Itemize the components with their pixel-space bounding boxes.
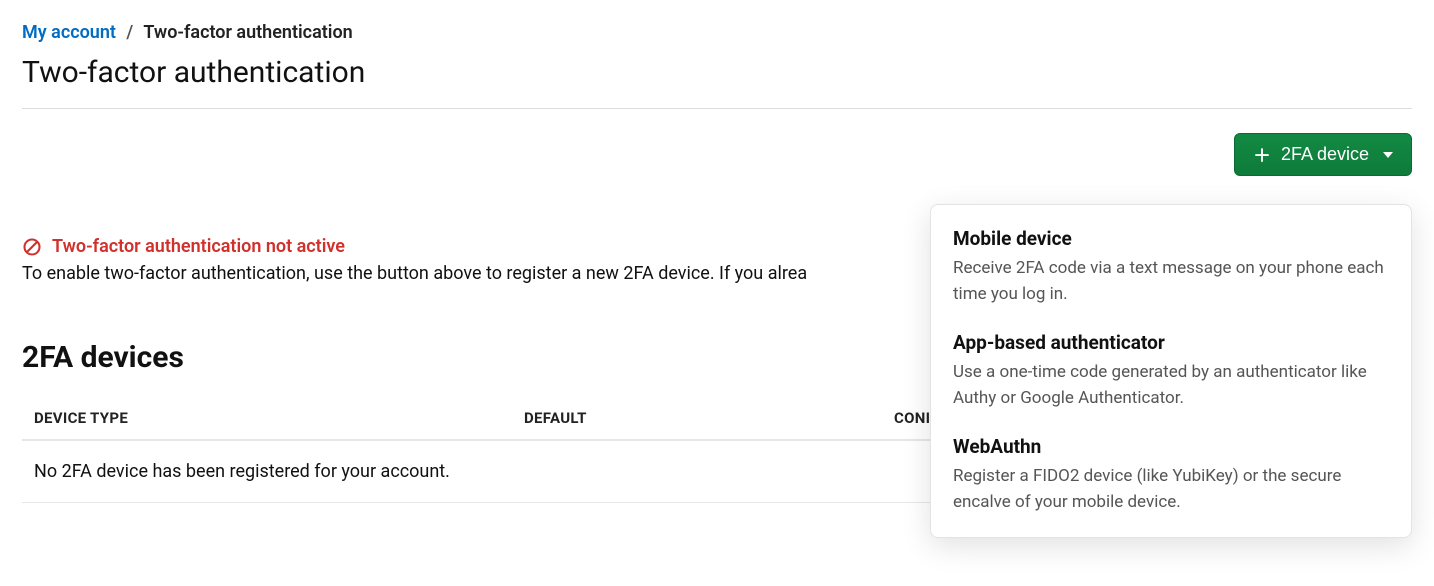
alert-title: Two-factor authentication not active <box>52 236 345 257</box>
plus-icon <box>1253 146 1271 164</box>
chevron-down-icon <box>1383 152 1393 158</box>
dropdown-item-title: App-based authenticator <box>953 331 1389 354</box>
dropdown-item-desc: Register a FIDO2 device (like YubiKey) o… <box>953 464 1389 515</box>
dropdown-item-title: WebAuthn <box>953 435 1389 458</box>
page-title: Two-factor authentication <box>22 55 1412 90</box>
breadcrumb-separator: / <box>126 22 133 43</box>
add-2fa-dropdown: Mobile device Receive 2FA code via a tex… <box>930 204 1412 538</box>
dropdown-item-app-authenticator[interactable]: App-based authenticator Use a one-time c… <box>931 319 1411 423</box>
breadcrumb-current: Two-factor authentication <box>143 22 352 43</box>
dropdown-item-mobile-device[interactable]: Mobile device Receive 2FA code via a tex… <box>931 215 1411 319</box>
column-header-device-type: DEVICE TYPE <box>34 409 524 427</box>
add-button-label: 2FA device <box>1281 144 1369 165</box>
divider <box>22 108 1412 109</box>
dropdown-item-title: Mobile device <box>953 227 1389 250</box>
toolbar: 2FA device <box>22 133 1412 176</box>
dropdown-item-desc: Use a one-time code generated by an auth… <box>953 360 1389 411</box>
dropdown-item-webauthn[interactable]: WebAuthn Register a FIDO2 device (like Y… <box>931 423 1411 527</box>
column-header-default: DEFAULT <box>524 409 894 427</box>
breadcrumb-root-link[interactable]: My account <box>22 22 116 43</box>
prohibited-icon <box>22 237 42 257</box>
breadcrumb: My account / Two-factor authentication <box>22 22 1412 43</box>
add-2fa-device-button[interactable]: 2FA device <box>1234 133 1412 176</box>
dropdown-item-desc: Receive 2FA code via a text message on y… <box>953 256 1389 307</box>
